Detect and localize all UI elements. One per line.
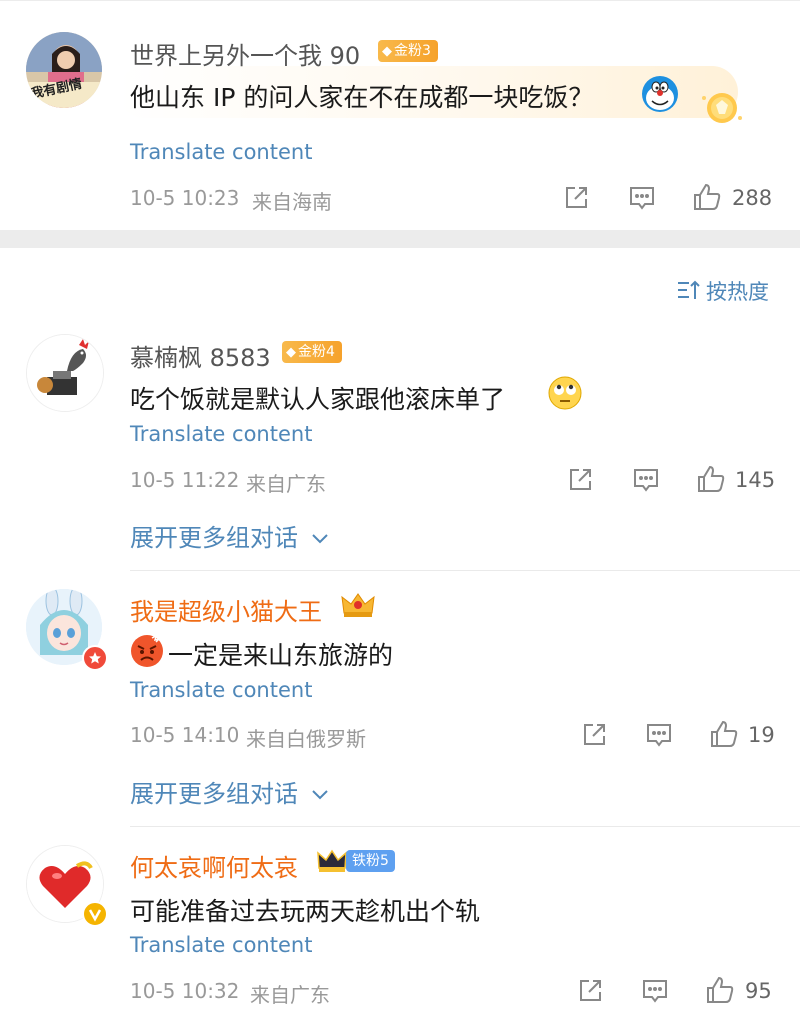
like-count: 145: [735, 468, 776, 492]
eye-roll-emoji: [548, 376, 582, 414]
comment-text: 吃个饭就是默认人家跟他滚床单了: [130, 385, 506, 414]
comment-text: 可能准备过去玩两天趁机出个轨: [130, 897, 481, 926]
comment-icon[interactable]: [645, 721, 673, 749]
username[interactable]: 我是超级小猫大王: [130, 592, 322, 627]
username[interactable]: 何太哀啊何太哀: [130, 848, 298, 883]
comment-text: 一定是来山东旅游的: [168, 641, 394, 670]
translate-link[interactable]: Translate content: [130, 933, 312, 957]
comment-location: 来自海南: [252, 190, 332, 214]
gem-icon: ◆: [286, 345, 296, 360]
username[interactable]: 慕楠枫 8583: [130, 338, 271, 373]
share-icon[interactable]: [566, 466, 594, 494]
section-divider: [0, 230, 800, 248]
comment-time: 10-5 10:23: [130, 186, 240, 210]
comment-divider: [130, 826, 800, 827]
like-icon[interactable]: [705, 975, 735, 1005]
username[interactable]: 世界上另外一个我 90: [130, 36, 360, 71]
like-count: 95: [745, 979, 772, 1003]
comment-time: 10-5 11:22: [130, 468, 240, 492]
expand-conversation-link[interactable]: 展开更多组对话: [130, 774, 330, 809]
comment-icon[interactable]: [632, 466, 660, 494]
like-icon[interactable]: [709, 719, 739, 749]
fan-badge[interactable]: ◆ 金粉4: [282, 341, 342, 363]
comment-time: 10-5 14:10: [130, 723, 240, 747]
like-count: 19: [748, 723, 775, 747]
share-icon[interactable]: [576, 977, 604, 1005]
avatar[interactable]: [26, 334, 104, 412]
rooster-avatar: [27, 335, 103, 411]
chevron-down-icon: [311, 534, 328, 544]
comment-time: 10-5 10:32: [130, 979, 240, 1003]
like-count: 288: [732, 186, 773, 210]
expand-conversation-link[interactable]: 展开更多组对话: [130, 518, 330, 553]
verified-badge-icon: [82, 645, 108, 671]
share-icon[interactable]: [562, 184, 590, 212]
like-icon[interactable]: [696, 464, 726, 494]
like-icon[interactable]: [692, 182, 722, 212]
angry-face-emoji: [130, 634, 164, 672]
avatar[interactable]: 我有剧情: [26, 32, 102, 108]
top-divider: [0, 0, 800, 1]
fan-badge[interactable]: 铁粉5: [346, 850, 395, 872]
crown-icon: [316, 848, 348, 878]
comment-icon[interactable]: [628, 184, 656, 212]
gem-icon: ◆: [382, 44, 392, 59]
translate-link[interactable]: Translate content: [130, 140, 312, 164]
verified-v-icon: [82, 901, 108, 927]
crown-icon: [340, 591, 376, 623]
comment-location: 来自广东: [246, 472, 326, 496]
fan-badge[interactable]: ◆ 金粉3: [378, 40, 438, 62]
comment-icon[interactable]: [641, 977, 669, 1005]
gold-medal-icon: [698, 88, 746, 132]
sort-by-hot-button[interactable]: 按热度: [706, 276, 769, 306]
comment-text: 他山东 IP 的问人家在不在成都一块吃饭？: [130, 83, 594, 112]
comment-location: 来自广东: [250, 983, 330, 1007]
share-icon[interactable]: [580, 721, 608, 749]
chevron-down-icon: [311, 790, 328, 800]
translate-link[interactable]: Translate content: [130, 422, 312, 446]
doraemon-emoji: [640, 74, 680, 118]
sort-lines-icon[interactable]: [676, 278, 702, 302]
comment-divider: [130, 570, 800, 571]
comment-location: 来自白俄罗斯: [246, 727, 366, 751]
translate-link[interactable]: Translate content: [130, 678, 312, 702]
